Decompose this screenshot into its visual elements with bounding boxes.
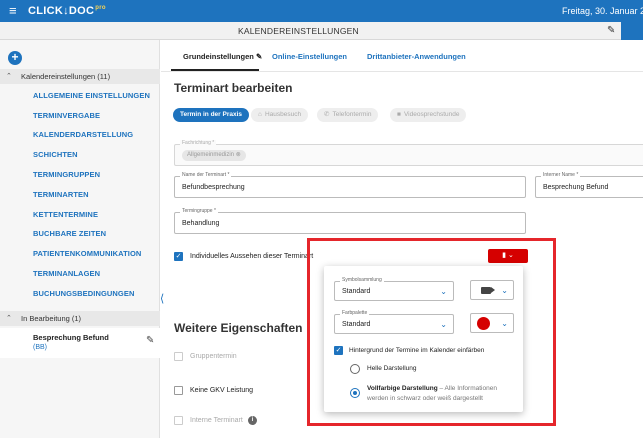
video-icon: ■: [397, 111, 401, 118]
individual-look-label: Individuelles Aussehen dieser Terminart: [190, 253, 314, 260]
sidebar-item-buchungsbedingungen[interactable]: BUCHUNGSBEDINGUNGEN: [33, 289, 135, 298]
no-gkv-label: Keine GKV Leistung: [190, 387, 254, 394]
sidebar-item-buchbare-zeiten[interactable]: BUCHBARE ZEITEN: [33, 229, 106, 238]
editing-item-code: (BB): [33, 344, 47, 351]
tab-grundeinstellungen[interactable]: Grundeinstellungen ✎: [183, 52, 262, 61]
mode-chip-video[interactable]: ■ Videosprechstunde: [390, 108, 467, 122]
chevron-up-icon: ⌃: [6, 73, 12, 80]
chevron-down-icon: ⌄: [440, 287, 447, 296]
bg-color-label: Hintergrund der Termine im Kalender einf…: [349, 347, 485, 354]
sidebar-item-patientenkommunikation[interactable]: PATIENTENKOMMUNIKATION: [33, 249, 141, 258]
active-tab-indicator: [171, 69, 259, 71]
chevron-down-icon: ⌄: [440, 320, 447, 329]
appointment-name-field[interactable]: Name der Terminart * Befundbesprechung: [174, 172, 526, 198]
light-mode-radio[interactable]: [350, 364, 360, 374]
info-icon[interactable]: i: [248, 416, 257, 425]
color-swatch: [477, 317, 490, 330]
full-color-radio[interactable]: [350, 388, 360, 398]
sidebar-section-label: Kalendereinstellungen (11): [21, 72, 111, 81]
specialty-chip: Allgemeinmedizin ⊗: [182, 150, 246, 161]
mode-chip-praxis[interactable]: Termin in der Praxis: [173, 108, 250, 122]
tab-online-einstellungen[interactable]: Online-Einstellungen: [272, 52, 347, 61]
section-title: Weitere Eigenschaften: [174, 321, 303, 335]
chevron-up-icon: ⌃: [6, 315, 12, 322]
individual-look-checkbox[interactable]: ✓: [174, 252, 183, 261]
sidebar-item-kalenderdarstellung[interactable]: KALENDERDARSTELLUNG: [33, 130, 133, 139]
mode-chip-hausbesuch[interactable]: ⌂ Hausbesuch: [251, 108, 309, 122]
pencil-icon: ✎: [255, 52, 263, 61]
tab-drittanbieter[interactable]: Drittanbieter-Anwendungen: [367, 52, 466, 61]
tab-bar: Grundeinstellungen ✎ Online-Einstellunge…: [161, 40, 643, 72]
header-action-button[interactable]: [621, 22, 643, 40]
current-date: Freitag, 30. Januar 2: [562, 6, 643, 16]
appearance-popup: Symbolsammlung Standard ⌄ ⌄ Farbpalette …: [324, 266, 523, 412]
page-header: KALENDEREINSTELLUNGEN ✎: [0, 22, 643, 40]
specialty-field: Fachrichtung * Allgemeinmedizin ⊗: [174, 140, 643, 166]
chevron-down-icon: ⌄: [501, 319, 508, 328]
appointment-group-field[interactable]: Termingruppe * Behandlung: [174, 208, 526, 234]
pencil-icon[interactable]: ✎: [146, 335, 154, 346]
internal-appointment-checkbox: [174, 416, 183, 425]
sidebar-section-settings[interactable]: ⌃ Kalendereinstellungen (11): [0, 69, 160, 84]
bg-color-checkbox[interactable]: ✓: [334, 346, 343, 355]
sidebar-section-editing[interactable]: ⌃ In Bearbeitung (1): [0, 311, 160, 326]
page-title: KALENDEREINSTELLUNGEN: [238, 26, 359, 36]
group-appointment-checkbox: [174, 352, 183, 361]
sidebar-section-label: In Bearbeitung (1): [21, 314, 82, 323]
sidebar-item-terminvergabe[interactable]: TERMINVERGABE: [33, 111, 100, 120]
sidebar: + ⌃ Kalendereinstellungen (11) ALLGEMEIN…: [0, 40, 160, 438]
tag-icon: [481, 287, 495, 294]
sidebar-item-terminarten[interactable]: TERMINARTEN: [33, 190, 89, 199]
phone-icon: ✆: [324, 111, 330, 118]
chevron-down-icon: ⌄: [501, 286, 508, 295]
pencil-icon[interactable]: ✎: [607, 25, 615, 36]
symbol-collection-select[interactable]: Symbolsammlung Standard ⌄: [334, 277, 454, 301]
group-appointment-label: Gruppentermin: [190, 353, 237, 360]
sidebar-item-schichten[interactable]: SCHICHTEN: [33, 150, 78, 159]
color-palette-select[interactable]: Farbpalette Standard ⌄: [334, 310, 454, 334]
symbol-select[interactable]: ⌄: [470, 280, 514, 300]
sidebar-item-termingruppen[interactable]: TERMINGRUPPEN: [33, 170, 100, 179]
logo: CLICK↓DOCpro: [28, 5, 106, 17]
sidebar-item-terminanlagen[interactable]: TERMINANLAGEN: [33, 269, 100, 278]
color-select[interactable]: ⌄: [470, 313, 514, 333]
top-bar: ≡ CLICK↓DOCpro Freitag, 30. Januar 2: [0, 0, 643, 22]
sidebar-item-kettentermine[interactable]: KETTENTERMINE: [33, 210, 98, 219]
menu-icon[interactable]: ≡: [9, 4, 17, 17]
sidebar-item-allgemeine-einstellungen[interactable]: ALLGEMEINE EINSTELLUNGEN: [33, 91, 150, 100]
no-gkv-checkbox[interactable]: [174, 386, 183, 395]
home-icon: ⌂: [258, 111, 262, 118]
light-mode-label: Helle Darstellung: [367, 365, 417, 372]
internal-appointment-label: Interne Terminart: [190, 417, 243, 424]
editing-item[interactable]: Besprechung Befund (BB) ✎: [0, 328, 160, 358]
add-button[interactable]: +: [8, 51, 22, 65]
internal-name-field[interactable]: Interner Name * Besprechung Befund: [535, 172, 643, 198]
full-color-label: Vollfarbige Darstellung – Alle Informati…: [367, 385, 497, 402]
form-title: Terminart bearbeiten: [174, 81, 293, 95]
mode-chip-telefon[interactable]: ✆ Telefontermin: [317, 108, 379, 122]
editing-item-name: Besprechung Befund: [33, 333, 109, 342]
